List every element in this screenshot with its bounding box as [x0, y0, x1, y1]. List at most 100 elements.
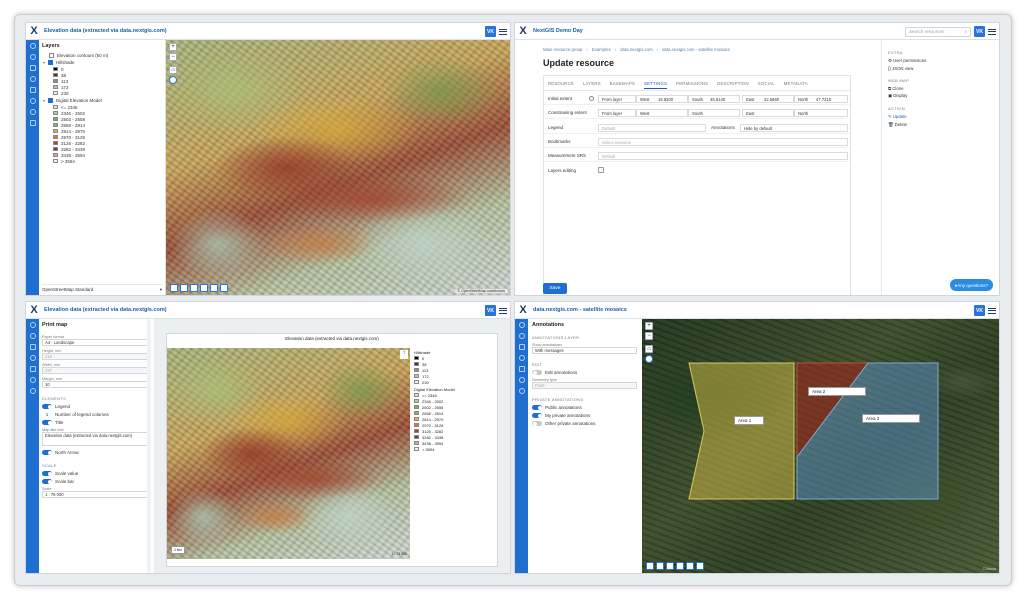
nextgis-logo[interactable]: X — [26, 302, 42, 319]
measurement-select[interactable]: Default — [598, 152, 848, 160]
layer-item[interactable]: Elevation contours (50 m) — [39, 52, 165, 59]
search-icon[interactable] — [29, 54, 36, 60]
json-view-link[interactable]: {} JSON view — [888, 66, 993, 71]
save-button[interactable]: Save — [543, 283, 567, 294]
layers-tool-icon[interactable] — [686, 562, 694, 570]
height-input[interactable]: 210 — [42, 353, 151, 360]
title-toggle[interactable] — [42, 420, 52, 425]
legend-toggle[interactable] — [42, 404, 52, 409]
map-canvas[interactable]: Area 1 Area 2 Area 3 + − ⌂ © Maxar — [642, 319, 999, 573]
east-field[interactable]: East 22.5660 — [742, 95, 794, 103]
layer-checkbox[interactable] — [48, 60, 54, 65]
nextgis-logo[interactable]: X — [26, 23, 42, 40]
settings-icon[interactable] — [29, 109, 36, 115]
paper-format-select[interactable]: A4 - Landscape — [42, 339, 151, 346]
layer-item[interactable]: ▾ Digital Elevation Model — [39, 97, 165, 104]
display-link[interactable]: ▣ Display — [888, 93, 993, 99]
avatar[interactable]: VK — [485, 305, 496, 316]
north-field[interactable]: North 47.7210 — [794, 95, 848, 103]
south-field[interactable]: South — [688, 109, 740, 117]
scale-select[interactable]: 1 : 78 000 — [42, 491, 151, 498]
panel-scrollbar[interactable] — [147, 319, 151, 573]
area-3-label[interactable]: Area 3 — [862, 414, 920, 423]
zoom-out-button[interactable]: − — [169, 53, 177, 61]
public-annotations-toggle[interactable] — [532, 405, 542, 410]
map-title-textarea[interactable]: Elevation data (extracted via data.nextg… — [42, 432, 151, 446]
from-layer-button[interactable]: From layer — [598, 109, 636, 117]
geometry-type-select[interactable]: Point — [532, 382, 637, 389]
legend-columns-stepper[interactable]: 1 — [42, 412, 52, 417]
scale-bar-toggle[interactable] — [42, 479, 52, 484]
west-field[interactable]: West 16.8200 — [636, 95, 688, 103]
area-1-label[interactable]: Area 1 — [734, 416, 764, 425]
layer-checkbox[interactable] — [49, 53, 54, 58]
info-icon[interactable] — [29, 355, 36, 361]
north-arrow-toggle[interactable] — [42, 450, 52, 455]
tab-permissions[interactable]: PERMISSIONS — [676, 81, 708, 89]
delete-link[interactable]: 🗑 Delete — [888, 122, 993, 128]
bookmark-icon[interactable] — [518, 344, 525, 350]
tab-social[interactable]: SOCIAL — [758, 81, 775, 89]
print-icon[interactable] — [29, 98, 36, 104]
menu-icon[interactable] — [499, 307, 507, 315]
avatar[interactable]: VK — [974, 26, 985, 37]
layers-tool-icon[interactable] — [210, 284, 218, 292]
print-icon[interactable] — [29, 377, 36, 383]
zoom-out-button[interactable]: − — [645, 332, 653, 340]
zoom-in-button[interactable]: + — [645, 322, 653, 330]
legend-select[interactable]: Default — [598, 124, 706, 132]
nextgis-logo[interactable]: X — [515, 302, 531, 319]
chevron-down-icon[interactable]: ▾ — [43, 98, 45, 103]
nextgis-logo[interactable]: X — [515, 23, 531, 40]
breadcrumb-item[interactable]: data.nextgis.com - satellite mosaics — [662, 47, 730, 52]
annotations-select[interactable]: Hide by default — [740, 124, 848, 132]
map-canvas[interactable]: + − ⌂ © OpenStreetMap contributors — [166, 40, 510, 295]
zoom-out-tool-icon[interactable] — [180, 284, 188, 292]
tab-basemaps[interactable]: BASEMAPS — [610, 81, 635, 89]
update-link[interactable]: ✎ Update — [888, 114, 993, 120]
share-icon[interactable] — [518, 366, 525, 372]
zoom-in-tool-icon[interactable] — [646, 562, 654, 570]
swipe-tool-icon[interactable] — [696, 562, 704, 570]
menu-icon[interactable] — [499, 28, 507, 36]
other-annotations-toggle[interactable] — [532, 421, 542, 426]
info-icon[interactable] — [518, 355, 525, 361]
layers-icon[interactable] — [29, 322, 36, 328]
north-field[interactable]: North — [794, 109, 848, 117]
tab-resource[interactable]: RESOURCE — [548, 81, 574, 89]
show-annotations-select[interactable]: With messages — [532, 347, 637, 354]
search-icon[interactable] — [29, 333, 36, 339]
help-button[interactable]: ● Any questions? — [949, 279, 993, 291]
menu-icon[interactable] — [988, 307, 996, 315]
breadcrumb-item[interactable]: Examples — [592, 47, 611, 52]
annotations-icon[interactable] — [29, 120, 36, 126]
home-extent-button[interactable]: ⌂ — [645, 345, 653, 353]
zoom-in-tool-icon[interactable] — [170, 284, 178, 292]
layers-editing-checkbox[interactable] — [598, 167, 604, 173]
width-input[interactable]: 297 — [42, 367, 151, 374]
user-permissions-link[interactable]: ⚙ User permissions — [888, 58, 993, 64]
share-icon[interactable] — [29, 87, 36, 93]
print-icon[interactable] — [518, 377, 525, 383]
area-1-polygon[interactable] — [688, 362, 795, 500]
tab-metadata[interactable]: METADATA — [784, 81, 808, 89]
layer-item[interactable]: ▾ Hillshade — [39, 59, 165, 66]
tab-layers[interactable]: LAYERS — [583, 81, 601, 89]
locate-button[interactable] — [169, 76, 177, 84]
zoom-out-tool-icon[interactable] — [656, 562, 664, 570]
bookmark-icon[interactable] — [29, 65, 36, 71]
from-layer-button[interactable]: From layer — [598, 95, 636, 103]
settings-icon[interactable] — [29, 388, 36, 394]
locate-button[interactable] — [645, 355, 653, 363]
chevron-down-icon[interactable]: ▾ — [43, 60, 45, 65]
bookmark-icon[interactable] — [29, 344, 36, 350]
avatar[interactable]: VK — [974, 305, 985, 316]
layers-icon[interactable] — [29, 43, 36, 49]
east-field[interactable]: East — [742, 109, 794, 117]
layer-checkbox[interactable] — [48, 98, 54, 103]
tab-description[interactable]: DESCRIPTION — [717, 81, 749, 89]
search-input[interactable]: Search resources ⌕ — [905, 26, 971, 37]
west-field[interactable]: West — [636, 109, 688, 117]
search-icon[interactable] — [518, 333, 525, 339]
measure-tool-icon[interactable] — [190, 284, 198, 292]
